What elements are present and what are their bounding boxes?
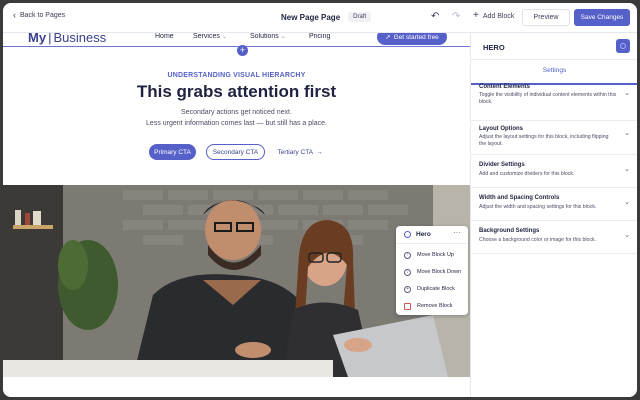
section-title: Background Settings: [479, 228, 540, 234]
hero-sub-line-1: Secondary actions get noticed next.: [181, 109, 292, 116]
move-block-down-label: Move Block Down: [417, 269, 462, 275]
save-changes-button[interactable]: Save Changes: [574, 9, 630, 26]
move-block-up-label: Move Block Up: [417, 252, 454, 258]
nav-solutions-label: Solutions: [250, 33, 279, 40]
secondary-cta-button[interactable]: Secondary CTA: [206, 144, 265, 160]
section-title: Layout Options: [479, 126, 523, 132]
search-icon: [620, 43, 626, 49]
chevron-down-icon: ⌄: [624, 232, 630, 239]
add-block-between-button[interactable]: +: [237, 45, 248, 56]
site-logo: My | Business: [28, 33, 106, 45]
duplicate-block-label: Duplicate Block: [417, 286, 455, 292]
hero-headline: This grabs attention first: [136, 82, 337, 101]
sidebar-toggle-button[interactable]: [616, 39, 630, 53]
add-block-button[interactable]: + Add Block: [473, 10, 515, 21]
page-title-group: New Page Page Draft: [281, 12, 372, 22]
nav-home-label: Home: [155, 33, 174, 40]
section-width-spacing[interactable]: Width and Spacing Controls Adjust the wi…: [471, 188, 637, 221]
page-title: New Page Page: [281, 12, 341, 22]
rocket-icon: ➚: [385, 34, 391, 41]
duplicate-icon: +: [404, 285, 411, 293]
nav-pricing-label: Pricing: [309, 33, 331, 40]
back-label: Back to Pages: [20, 12, 66, 19]
redo-icon[interactable]: ↷: [452, 12, 460, 22]
status-badge: Draft: [348, 12, 372, 22]
section-title: Divider Settings: [479, 162, 525, 168]
hero-section[interactable]: UNDERSTANDING VISUAL HIERARCHY This grab…: [3, 57, 470, 129]
add-block-label: Add Block: [482, 12, 515, 20]
section-description: Adjust the width and spacing settings fo…: [479, 204, 597, 210]
nav-home[interactable]: Home: [155, 33, 174, 40]
tertiary-cta-label: Tertiary CTA: [277, 148, 314, 156]
plus-icon: +: [473, 10, 479, 21]
arrow-up-icon: ↑: [404, 251, 411, 259]
settings-sidebar: HERO Settings Content Elements Toggle th…: [470, 33, 637, 397]
arrow-down-icon: ↓: [404, 268, 411, 276]
duplicate-block-item[interactable]: + Duplicate Block: [396, 281, 468, 297]
move-block-up-item[interactable]: ↑ Move Block Up: [396, 247, 468, 263]
chevron-down-icon: ⌄: [221, 34, 227, 40]
section-divider-settings[interactable]: Divider Settings Add and customize divid…: [471, 155, 637, 188]
chevron-down-icon: ⌄: [280, 34, 286, 40]
page-canvas: My | Business Home Services ⌄ Solutions ⌄ …: [3, 33, 470, 377]
nav-solutions[interactable]: Solutions ⌄: [250, 33, 286, 40]
logo-separator: |: [48, 33, 52, 45]
section-description: Add and customize dividers for this bloc…: [479, 171, 575, 177]
site-navbar[interactable]: My | Business Home Services ⌄ Solutions ⌄ …: [3, 33, 470, 47]
hero-sub-line-2: Less urgent information comes last — but…: [146, 120, 327, 127]
editor-toolbar: ‹ Back to Pages New Page Page Draft ↶ ↷ …: [3, 3, 637, 33]
chevron-down-icon: ⌄: [624, 199, 630, 206]
logo-business: Business: [53, 33, 107, 45]
context-menu-header: Hero ···: [396, 226, 468, 244]
section-background-settings[interactable]: Background Settings Choose a background …: [471, 221, 637, 254]
get-started-button[interactable]: ➚ Get started free: [377, 33, 447, 45]
arrow-right-icon: →: [316, 148, 323, 156]
remove-block-item[interactable]: Remove Block: [396, 298, 468, 314]
section-description: Adjust the layout settings for this bloc…: [479, 134, 609, 147]
hero-eyebrow: UNDERSTANDING VISUAL HIERARCHY: [167, 72, 306, 79]
chevron-left-icon: ‹: [13, 10, 16, 20]
editor-window: ‹ Back to Pages New Page Page Draft ↶ ↷ …: [3, 3, 637, 397]
section-content-elements[interactable]: Content Elements Toggle the visibility o…: [471, 84, 637, 121]
sidebar-header: HERO: [471, 33, 637, 59]
tertiary-cta-link[interactable]: Tertiary CTA →: [275, 144, 325, 160]
section-layout-options[interactable]: Layout Options Adjust the layout setting…: [471, 121, 637, 155]
undo-icon[interactable]: ↶: [431, 12, 439, 22]
nav-pricing[interactable]: Pricing: [309, 33, 330, 40]
logo-my: My: [28, 33, 47, 45]
chevron-down-icon: ⌄: [624, 90, 630, 97]
context-menu-title: Hero: [416, 231, 431, 238]
remove-block-label: Remove Block: [417, 303, 453, 309]
canvas-bottom-spacer: [3, 377, 470, 397]
preview-button[interactable]: Preview: [522, 9, 570, 26]
sidebar-title: HERO: [483, 43, 505, 52]
chevron-down-icon: ⌄: [624, 130, 630, 137]
block-icon: [404, 231, 411, 238]
move-block-down-item[interactable]: ↓ Move Block Down: [396, 264, 468, 280]
back-to-pages-link[interactable]: ‹ Back to Pages: [13, 10, 66, 20]
chevron-down-icon: ⌄: [624, 166, 630, 173]
section-title: Content Elements: [479, 84, 531, 90]
section-description: Toggle the visibility of individual cont…: [479, 92, 617, 105]
block-context-menu: Hero ··· ↑ Move Block Up ↓ Move Block Do…: [396, 226, 468, 315]
primary-cta-button[interactable]: Primary CTA: [149, 144, 196, 160]
nav-services-label: Services: [193, 33, 220, 40]
hero-cta-group: Primary CTA Secondary CTA Tertiary CTA →: [3, 144, 470, 164]
get-started-label: Get started free: [393, 33, 439, 41]
more-options-icon[interactable]: ···: [453, 228, 461, 237]
section-title: Width and Spacing Controls: [479, 195, 560, 201]
trash-icon: [404, 302, 411, 310]
nav-services[interactable]: Services ⌄: [193, 33, 227, 40]
section-description: Choose a background color or image for t…: [479, 237, 597, 243]
tab-settings[interactable]: Settings: [471, 59, 637, 85]
hero-subtext: Secondary actions get noticed next. Less…: [3, 107, 470, 129]
